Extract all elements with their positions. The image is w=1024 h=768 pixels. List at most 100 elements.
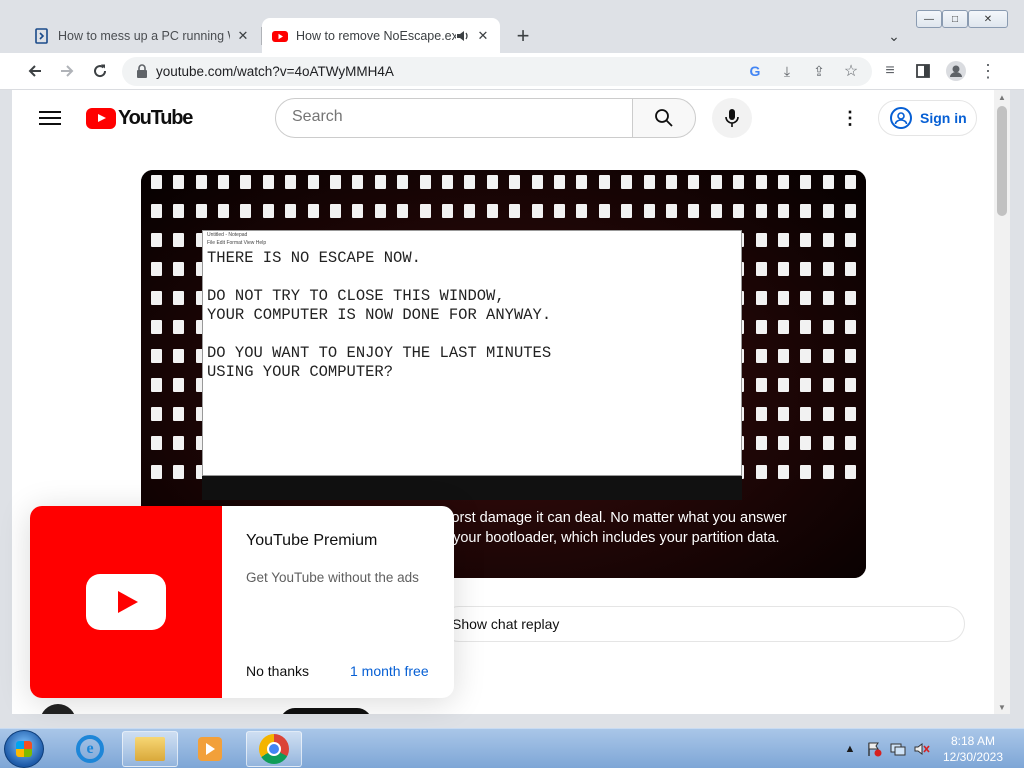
voice-search-button[interactable] bbox=[712, 98, 752, 138]
maximize-button[interactable]: □ bbox=[942, 10, 968, 28]
desktop-file-icon bbox=[755, 320, 767, 334]
network-icon[interactable] bbox=[888, 737, 908, 761]
sign-in-label: Sign in bbox=[920, 110, 967, 126]
notepad-title: Untitled - Notepad bbox=[207, 232, 248, 238]
reload-icon[interactable] bbox=[88, 59, 112, 83]
desktop-file-icon bbox=[845, 378, 857, 392]
desktop-file-icon bbox=[397, 175, 409, 189]
desktop-file-icon bbox=[845, 465, 857, 479]
desktop-file-icon bbox=[352, 204, 364, 218]
desktop-file-icon bbox=[733, 204, 745, 218]
desktop-file-icon bbox=[285, 175, 297, 189]
desktop-file-icon bbox=[262, 204, 274, 218]
close-tab-icon[interactable]: ✕ bbox=[234, 27, 252, 45]
desktop-file-icon bbox=[822, 349, 834, 363]
address-bar[interactable]: youtube.com/watch?v=4oATWyMMH4A G ⤓ ⇪ ☆ bbox=[122, 57, 872, 86]
desktop-file-icon bbox=[307, 175, 319, 189]
tab-mess-up-pc[interactable]: How to mess up a PC running Wi ✕ bbox=[24, 18, 262, 53]
show-hidden-icons-arrow[interactable]: ▲ bbox=[842, 737, 858, 761]
video-dark-band bbox=[202, 476, 742, 500]
premium-subtitle: Get YouTube without the ads bbox=[246, 570, 419, 585]
desktop-file-icon bbox=[710, 204, 722, 218]
taskbar-media-player[interactable] bbox=[182, 731, 238, 767]
desktop-file-icon bbox=[150, 465, 162, 479]
media-queue-icon[interactable]: ≡ bbox=[878, 59, 902, 83]
desktop-file-icon bbox=[800, 407, 812, 421]
subtitle-line-1: worst damage it can deal. No matter what… bbox=[441, 510, 787, 526]
no-thanks-button[interactable]: No thanks bbox=[246, 663, 309, 679]
show-chat-replay-button[interactable]: Show chat replay bbox=[441, 606, 965, 642]
settings-kebab-icon[interactable]: ⋮ bbox=[838, 107, 862, 129]
search-box[interactable] bbox=[275, 98, 633, 138]
bookmark-star-icon[interactable]: ☆ bbox=[840, 60, 862, 82]
page-scrollbar[interactable]: ▲ ▼ bbox=[994, 90, 1010, 714]
back-arrow-icon[interactable] bbox=[23, 59, 47, 83]
install-app-icon[interactable]: ⤓ bbox=[776, 60, 798, 82]
action-center-flag-icon[interactable] bbox=[864, 737, 884, 761]
desktop-file-icon bbox=[285, 204, 297, 218]
desktop-file-icon bbox=[800, 349, 812, 363]
one-month-free-button[interactable]: 1 month free bbox=[350, 663, 429, 679]
search-button[interactable] bbox=[632, 98, 696, 138]
desktop-file-icon bbox=[150, 233, 162, 247]
youtube-logo[interactable]: YouTube bbox=[86, 107, 193, 130]
close-tab-icon[interactable]: ✕ bbox=[474, 27, 492, 45]
tab-remove-noescape[interactable]: How to remove NoEscape.exe ✕ bbox=[262, 18, 500, 53]
search-input[interactable] bbox=[292, 108, 612, 126]
desktop-file-icon bbox=[800, 233, 812, 247]
start-button[interactable] bbox=[4, 730, 44, 768]
desktop-file-icon bbox=[554, 204, 566, 218]
new-tab-button[interactable]: + bbox=[511, 23, 535, 48]
profile-avatar-icon[interactable] bbox=[944, 59, 968, 83]
clock-time: 8:18 AM bbox=[950, 734, 996, 748]
desktop-file-icon bbox=[173, 262, 185, 276]
chrome-menu-icon[interactable]: ⋮ bbox=[976, 59, 1000, 83]
side-panel-icon[interactable] bbox=[911, 59, 935, 83]
desktop-file-icon bbox=[755, 349, 767, 363]
desktop-file-icon bbox=[150, 436, 162, 450]
notepad-ransom-text: THERE IS NO ESCAPE NOW. DO NOT TRY TO CL… bbox=[207, 249, 552, 381]
lock-icon[interactable] bbox=[134, 63, 150, 79]
scroll-up-arrow-icon[interactable]: ▲ bbox=[994, 90, 1010, 104]
desktop-file-icon bbox=[173, 175, 185, 189]
minimize-button[interactable]: — bbox=[916, 10, 942, 28]
close-window-button[interactable]: ✕ bbox=[968, 10, 1008, 28]
desktop-file-icon bbox=[800, 262, 812, 276]
share-icon[interactable]: ⇪ bbox=[808, 60, 830, 82]
taskbar-file-explorer[interactable] bbox=[122, 731, 178, 767]
audio-playing-icon[interactable] bbox=[456, 29, 470, 43]
desktop-file-icon bbox=[554, 175, 566, 189]
taskbar-internet-explorer[interactable]: e bbox=[62, 731, 118, 767]
desktop-file-icon bbox=[598, 175, 610, 189]
taskbar-chrome[interactable] bbox=[246, 731, 302, 767]
desktop-file-icon bbox=[778, 204, 790, 218]
desktop-file-icon bbox=[150, 291, 162, 305]
desktop-file-icon bbox=[397, 204, 409, 218]
desktop-file-icon bbox=[688, 204, 700, 218]
desktop-file-icon bbox=[150, 262, 162, 276]
url-text[interactable]: youtube.com/watch?v=4oATWyMMH4A bbox=[156, 64, 394, 79]
system-clock[interactable]: 8:18 AM 12/30/2023 bbox=[936, 733, 1010, 765]
google-translate-icon[interactable]: G bbox=[744, 60, 766, 82]
desktop-file-icon bbox=[800, 436, 812, 450]
premium-title: YouTube Premium bbox=[246, 532, 378, 549]
desktop-file-icon bbox=[195, 175, 207, 189]
hamburger-menu-icon[interactable] bbox=[38, 108, 62, 128]
desktop-file-icon bbox=[374, 175, 386, 189]
desktop-file-icon bbox=[778, 291, 790, 305]
scrollbar-thumb[interactable] bbox=[997, 106, 1007, 216]
sign-in-button[interactable]: Sign in bbox=[878, 100, 977, 136]
desktop-file-icon bbox=[531, 175, 543, 189]
volume-muted-icon[interactable] bbox=[912, 737, 932, 761]
subtitle-line-2: e your bootloader, which includes your p… bbox=[441, 530, 780, 546]
tab-search-chevron-icon[interactable]: ⌄ bbox=[884, 26, 904, 46]
channel-avatar[interactable] bbox=[40, 704, 76, 714]
forward-arrow-icon[interactable] bbox=[55, 59, 79, 83]
desktop-file-icon bbox=[845, 175, 857, 189]
desktop-file-icon bbox=[150, 320, 162, 334]
desktop-file-icon bbox=[329, 175, 341, 189]
desktop-file-icon bbox=[666, 204, 678, 218]
desktop-file-icon bbox=[822, 407, 834, 421]
scroll-down-arrow-icon[interactable]: ▼ bbox=[994, 700, 1010, 714]
youtube-play-icon bbox=[86, 108, 116, 129]
